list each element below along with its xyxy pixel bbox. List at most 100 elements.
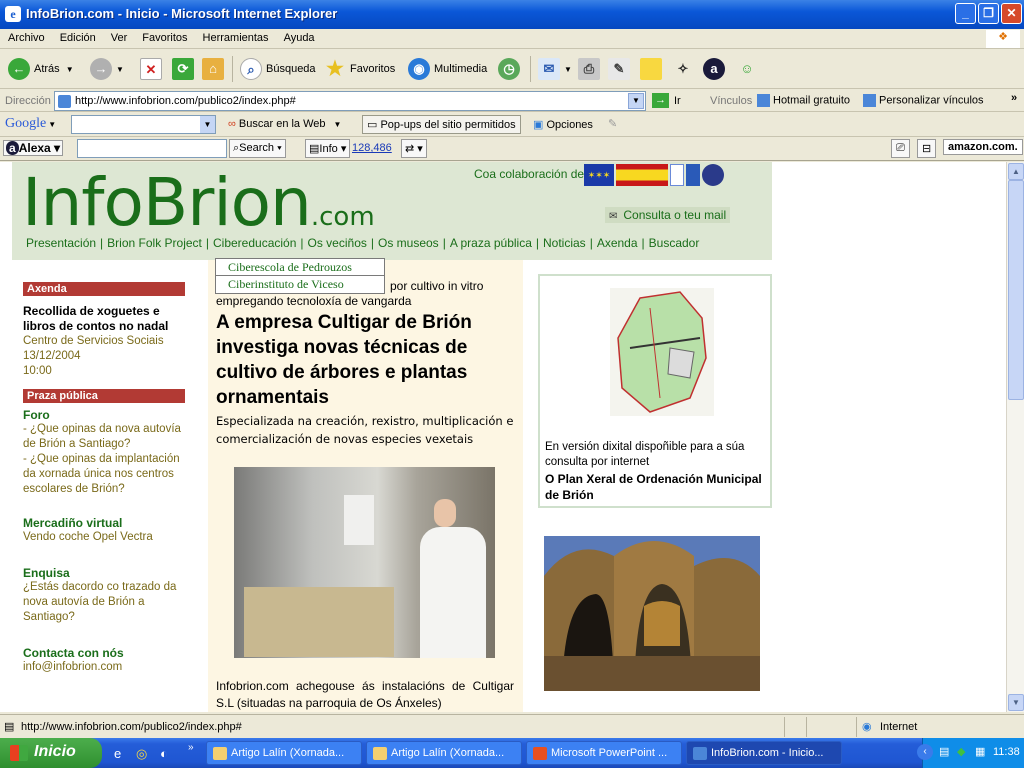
nav-os-vecinos[interactable]: Os veciños — [308, 236, 367, 250]
print-button[interactable]: ⎙ — [578, 56, 604, 82]
nav-axenda[interactable]: Axenda — [597, 236, 638, 250]
popups-allowed-button[interactable]: ▭ Pop-ups del sitio permitidos — [362, 115, 521, 134]
deputacion-logo[interactable] — [686, 164, 700, 186]
alexa-a-button[interactable]: a — [703, 56, 729, 82]
dropdown-item-ciberescola[interactable]: Ciberescola de Pedrouzos — [216, 259, 384, 276]
media-button[interactable]: ◉ Multimedia — [408, 56, 487, 82]
home-button[interactable]: ⌂ — [202, 56, 228, 82]
mercadino-heading[interactable]: Mercadiño virtual — [23, 516, 188, 530]
printer-icon: ⎙ — [578, 58, 600, 80]
night-bridge-photo[interactable] — [544, 536, 760, 691]
tray-app-icon[interactable]: ◆ — [957, 745, 965, 758]
nav-praza-publica[interactable]: A praza pública — [450, 236, 532, 250]
quicklaunch-chevron-icon[interactable]: » — [188, 742, 194, 753]
nav-brion-folk[interactable]: Brion Folk Project — [107, 236, 202, 250]
article-headline[interactable]: A empresa Cultigar de Brión investiga no… — [216, 310, 516, 410]
menu-herramientas[interactable]: Herramientas — [195, 29, 276, 44]
google-logo[interactable]: Google ▼ — [5, 116, 56, 132]
plan-xeral-box[interactable]: En versión dixital dispoñible para a súa… — [538, 274, 772, 508]
vertical-scrollbar[interactable]: ▲ ▼ — [1006, 162, 1024, 712]
clock[interactable]: 11:38 — [993, 746, 1020, 758]
alexa-related-button[interactable]: ⇄ ▾ — [401, 139, 427, 158]
foro-question-2[interactable]: - ¿Que opinas da implantación da xornada… — [23, 452, 188, 497]
forward-button[interactable]: → ▼ — [90, 56, 124, 82]
chevron-down-icon[interactable]: ▼ — [200, 116, 215, 133]
scroll-thumb[interactable] — [1008, 180, 1024, 400]
galicia-logo[interactable] — [670, 164, 684, 186]
refresh-button[interactable]: ⟳ — [172, 56, 198, 82]
menu-ver[interactable]: Ver — [103, 29, 135, 44]
quicklaunch-outlook-icon[interactable]: ◎ — [136, 746, 147, 762]
address-dropdown[interactable]: ▼ — [628, 93, 644, 109]
foro-heading[interactable]: Foro — [23, 408, 188, 422]
task-infobrion[interactable]: InfoBrion.com - Inicio... — [686, 741, 842, 765]
dropdown-item-ciberinstituto[interactable]: Ciberinstituto de Viceso — [216, 276, 384, 293]
pencil-icon[interactable]: ✎ — [608, 117, 617, 130]
nav-os-museos[interactable]: Os museos — [378, 236, 439, 250]
spain-ministry-logo[interactable] — [616, 164, 668, 186]
task-powerpoint[interactable]: Microsoft PowerPoint ... — [526, 741, 682, 765]
maximize-button[interactable]: ❐ — [978, 3, 999, 24]
back-button[interactable]: ← Atrás ▼ — [8, 56, 74, 82]
check-mail-link[interactable]: ✉ Consulta o teu mail — [605, 207, 731, 223]
search-button[interactable]: ⌕ Búsqueda — [240, 56, 316, 82]
nav-presentacion[interactable]: Presentación — [26, 236, 96, 250]
nav-noticias[interactable]: Noticias — [543, 236, 586, 250]
mail-button[interactable]: ✉ ▼ — [538, 56, 572, 82]
minimize-button[interactable]: _ — [955, 3, 976, 24]
go-button[interactable]: → Ir — [652, 93, 681, 108]
chevron-more-icon[interactable]: » — [1011, 92, 1017, 104]
scroll-up-icon[interactable]: ▲ — [1008, 163, 1024, 180]
hotmail-link[interactable]: Hotmail gratuito — [757, 94, 850, 107]
favorites-button[interactable]: ★ Favoritos — [324, 56, 395, 82]
lab-photo[interactable] — [234, 467, 495, 658]
plan-title[interactable]: O Plan Xeral de Ordenación Municipal de … — [545, 471, 771, 503]
event-title[interactable]: Recollida de xoguetes e libros de contos… — [23, 304, 188, 334]
mercadino-item[interactable]: Vendo coche Opel Vectra — [23, 530, 188, 545]
customize-links-link[interactable]: Personalizar vínculos — [863, 94, 984, 107]
foro-question-1[interactable]: - ¿Que opinas da nova autovía de Brión a… — [23, 422, 188, 452]
tray-icon-3[interactable]: ▦ — [975, 745, 985, 758]
tray-network-icon[interactable]: ▤ — [939, 745, 949, 758]
task-artigo-1[interactable]: Artigo Lalín (Xornada... — [206, 741, 362, 765]
eu-flag-icon[interactable]: ✶✶✶ — [584, 164, 614, 186]
alexa-popup-button[interactable]: ⊟ — [917, 139, 937, 158]
research-button[interactable]: ✧ — [672, 56, 698, 82]
close-button[interactable]: ✕ — [1001, 3, 1022, 24]
address-input[interactable]: http://www.infobrion.com/publico2/index.… — [54, 91, 646, 111]
google-search-input[interactable]: ▼ — [71, 115, 216, 134]
quicklaunch-ie-icon[interactable]: e — [114, 746, 121, 761]
contact-heading[interactable]: Contacta con nós — [23, 646, 188, 660]
alexa-info-button[interactable]: ▤Info ▾ — [305, 139, 351, 158]
stop-button[interactable]: ✕ — [140, 56, 166, 82]
concello-seal-logo[interactable] — [702, 164, 724, 186]
menu-edicion[interactable]: Edición — [52, 29, 103, 44]
quicklaunch-media-icon[interactable]: ◐ — [160, 746, 168, 761]
scroll-down-icon[interactable]: ▼ — [1008, 694, 1024, 711]
nav-buscador[interactable]: Buscador — [649, 236, 700, 250]
nav-cibereducacion[interactable]: Cibereducación — [213, 236, 296, 250]
messenger-button[interactable]: ☺ — [736, 56, 762, 82]
google-search-web-button[interactable]: ∞ Buscar en la Web ▼ — [228, 118, 341, 130]
alexa-search-input[interactable] — [77, 139, 227, 158]
menu-favoritos[interactable]: Favoritos — [134, 29, 194, 44]
alexa-search-button[interactable]: ⌕Search ▾ — [229, 139, 286, 158]
alexa-rank-link[interactable]: 128,486 — [352, 142, 392, 154]
task-artigo-2[interactable]: Artigo Lalín (Xornada... — [366, 741, 522, 765]
discuss-button[interactable] — [640, 56, 666, 82]
google-options-button[interactable]: ▣ Opciones — [533, 118, 593, 131]
enquisa-heading[interactable]: Enquisa — [23, 566, 188, 580]
start-button[interactable]: Inicio — [0, 738, 102, 768]
contact-email[interactable]: info@infobrion.com — [23, 660, 188, 675]
edit-button[interactable]: ✎ — [608, 56, 634, 82]
history-button[interactable]: ◷ — [498, 56, 524, 82]
menu-archivo[interactable]: Archivo — [0, 29, 52, 44]
tray-expand-icon[interactable]: ‹ — [917, 744, 933, 760]
enquisa-question[interactable]: ¿Estás dacordo co trazado da nova autoví… — [23, 580, 188, 625]
alexa-highlight-button[interactable]: ⎚ — [891, 139, 910, 158]
amazon-button[interactable]: amazon.com. — [943, 139, 1023, 155]
axenda-heading: Axenda — [23, 282, 185, 296]
kicker-text-1: por cultivo in vitro — [390, 279, 484, 293]
menu-ayuda[interactable]: Ayuda — [276, 29, 322, 44]
alexa-logo[interactable]: a Alexa ▾ — [3, 140, 64, 156]
